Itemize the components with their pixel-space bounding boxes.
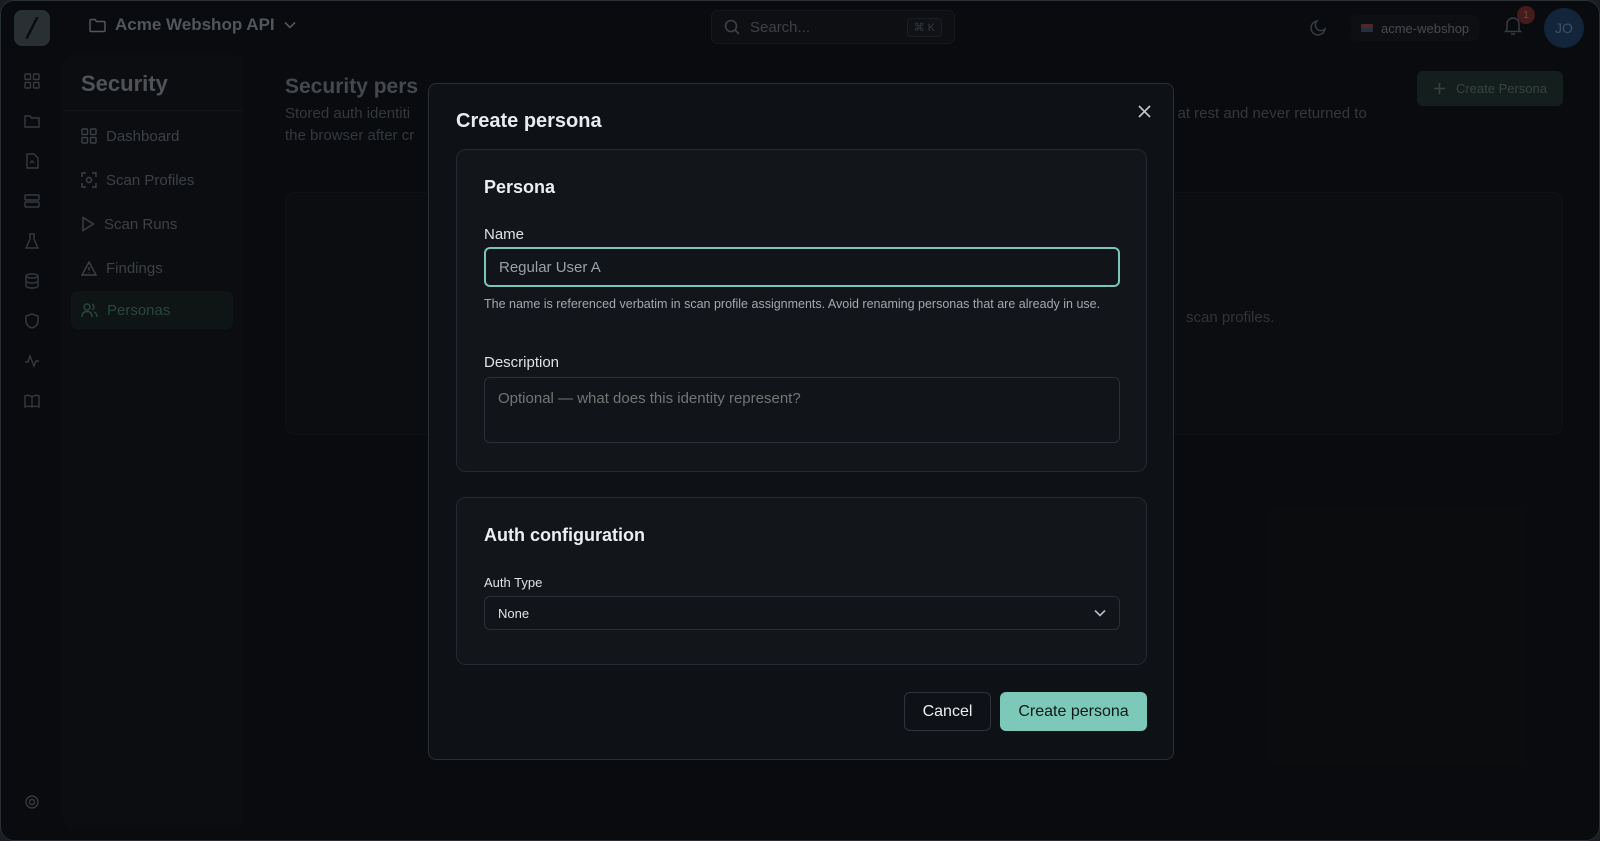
create-persona-dialog: Create persona Persona Name The name is … bbox=[428, 83, 1174, 760]
name-help-text: The name is referenced verbatim in scan … bbox=[484, 297, 1101, 311]
auth-type-select[interactable]: None bbox=[484, 596, 1120, 630]
cancel-button[interactable]: Cancel bbox=[904, 692, 991, 731]
description-label: Description bbox=[484, 354, 560, 371]
close-dialog-button[interactable] bbox=[1133, 100, 1155, 122]
close-icon bbox=[1137, 104, 1151, 118]
chevron-down-icon bbox=[1094, 609, 1106, 617]
auth-type-value: None bbox=[498, 605, 530, 621]
create-persona-submit-button[interactable]: Create persona bbox=[1000, 692, 1147, 731]
name-input[interactable] bbox=[484, 247, 1120, 287]
auth-type-label: Auth Type bbox=[484, 575, 543, 590]
app-window: / Acme Webshop API Search... ⌘ K acme-we… bbox=[0, 0, 1600, 841]
dialog-title: Create persona bbox=[456, 110, 602, 132]
name-label: Name bbox=[484, 226, 525, 243]
description-input[interactable] bbox=[484, 377, 1120, 443]
auth-card-title: Auth configuration bbox=[484, 525, 645, 545]
persona-card-title: Persona bbox=[484, 177, 556, 197]
auth-config-card: Auth configuration Auth Type None bbox=[456, 497, 1147, 665]
persona-card: Persona Name The name is referenced verb… bbox=[456, 149, 1147, 472]
